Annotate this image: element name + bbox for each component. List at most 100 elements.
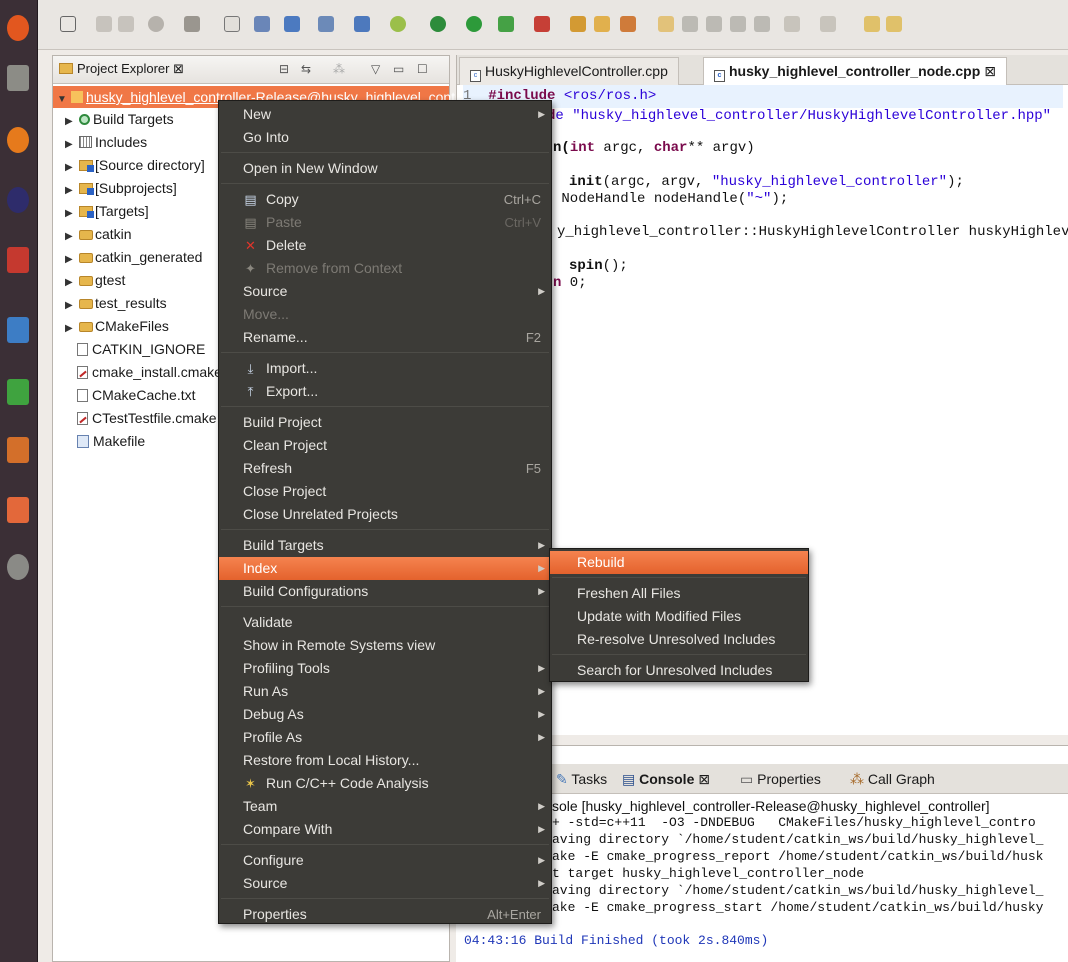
binary-icon[interactable]: [224, 16, 240, 32]
expand-arrow-icon[interactable]: ▶: [65, 157, 79, 179]
writer-icon[interactable]: [2, 308, 34, 352]
tree-item-build-targets[interactable]: ▶ Build Targets: [53, 108, 174, 130]
expand-arrow-icon[interactable]: ▶: [65, 272, 79, 294]
tree-item-cmake-install-cmake[interactable]: cmake_install.cmake: [53, 361, 222, 383]
code-line-9[interactable]: y_highlevel_controller::HuskyHighlevelCo…: [557, 221, 1068, 244]
tree-item-cmakecache-txt[interactable]: CMakeCache.txt: [53, 384, 195, 406]
files-icon[interactable]: [2, 56, 34, 100]
menu-item-run-as[interactable]: Run As ▶: [219, 680, 551, 703]
tree-item-subprojects[interactable]: ▶ [Subprojects]: [53, 177, 177, 199]
forward-icon[interactable]: [886, 16, 902, 32]
menu-item-refresh[interactable]: Refresh F5: [219, 457, 551, 480]
expand-arrow-icon[interactable]: ▶: [65, 111, 79, 133]
close-icon[interactable]: ⊠: [173, 61, 184, 76]
highlight-icon[interactable]: [682, 16, 698, 32]
tab-properties[interactable]: ▭ Properties: [740, 768, 821, 790]
code-line-2[interactable]: de "husky_highlevel_controller/HuskyHigh…: [547, 105, 1051, 128]
menu-item-clean-project[interactable]: Clean Project: [219, 434, 551, 457]
menu-item-build-configurations[interactable]: Build Configurations ▶: [219, 580, 551, 603]
new-source-file-icon[interactable]: [354, 16, 370, 32]
menu-item-build-project[interactable]: Build Project: [219, 411, 551, 434]
external-tools-icon[interactable]: [534, 16, 550, 32]
tree-item-targets[interactable]: ▶ [Targets]: [53, 200, 149, 222]
debug-icon[interactable]: [430, 16, 446, 32]
firefox-icon[interactable]: [2, 118, 34, 162]
tab-husky-highlevel-controller-cpp[interactable]: c HuskyHighlevelController.cpp: [459, 57, 679, 85]
menu-item-validate[interactable]: Validate: [219, 611, 551, 634]
submenu-item-update-with-modified-files[interactable]: Update with Modified Files: [550, 605, 808, 628]
menu-item-show-in-remote-systems-view[interactable]: Show in Remote Systems view: [219, 634, 551, 657]
toggle-mark-icon[interactable]: [658, 16, 674, 32]
code-line-7[interactable]: NodeHandle nodeHandle("~");: [553, 188, 788, 211]
tree-item-ctesttestfile-cmake[interactable]: CTestTestfile.cmake: [53, 407, 216, 429]
tree-item-includes[interactable]: ▶ Includes: [53, 131, 147, 153]
tree-item-cmakefiles[interactable]: ▶ CMakeFiles: [53, 315, 169, 337]
back-icon[interactable]: [864, 16, 880, 32]
expand-arrow-icon[interactable]: ▶: [65, 203, 79, 225]
link-with-editor-icon[interactable]: ⇆: [301, 62, 311, 76]
view-menu-icon[interactable]: ▽: [371, 62, 380, 76]
menu-item-compare-with[interactable]: Compare With ▶: [219, 818, 551, 841]
project-explorer-tab[interactable]: Project Explorer ⊠ ⊟ ⇆ ⁂ ▽ ▭ ☐: [53, 56, 449, 84]
menu-item-export[interactable]: ⤒ Export...: [219, 380, 551, 403]
tree-item-makefile[interactable]: Makefile: [53, 430, 145, 452]
code-line-4[interactable]: n(int argc, char** argv): [553, 137, 755, 160]
menu-item-index[interactable]: Index ▶: [219, 557, 551, 580]
menu-item-configure[interactable]: Configure ▶: [219, 849, 551, 872]
expand-arrow-icon[interactable]: ▶: [65, 318, 79, 340]
next-annotation-icon[interactable]: [784, 16, 800, 32]
new-class-icon[interactable]: [390, 16, 406, 32]
menu-item-open-in-new-window[interactable]: Open in New Window: [219, 157, 551, 180]
submenu-item-freshen-all-files[interactable]: Freshen All Files: [550, 582, 808, 605]
presentation-icon[interactable]: [2, 238, 34, 282]
menu-item-delete[interactable]: ✕ Delete: [219, 234, 551, 257]
tree-item-catkin-generated[interactable]: ▶ catkin_generated: [53, 246, 202, 268]
impress-icon[interactable]: [2, 428, 34, 472]
menu-item-run-c-c-code-analysis[interactable]: ✶ Run C/C++ Code Analysis: [219, 772, 551, 795]
build-icon[interactable]: [184, 16, 200, 32]
tab-call-graph[interactable]: ⁂ Call Graph: [850, 768, 935, 790]
search-icon[interactable]: [620, 16, 636, 32]
menu-item-build-targets[interactable]: Build Targets ▶: [219, 534, 551, 557]
menu-item-team[interactable]: Team ▶: [219, 795, 551, 818]
calc-icon[interactable]: [2, 370, 34, 414]
menu-item-debug-as[interactable]: Debug As ▶: [219, 703, 551, 726]
minimize-icon[interactable]: ▭: [393, 62, 404, 76]
new-icon[interactable]: [60, 16, 76, 32]
menu-item-profile-as[interactable]: Profile As ▶: [219, 726, 551, 749]
run-icon[interactable]: [466, 16, 482, 32]
close-icon[interactable]: ⊠: [698, 771, 710, 787]
code-line-12[interactable]: n 0;: [553, 272, 587, 295]
close-icon[interactable]: ⊠: [984, 63, 996, 79]
tab-tasks[interactable]: ✎ Tasks: [556, 768, 607, 790]
menu-item-close-project[interactable]: Close Project: [219, 480, 551, 503]
expand-arrow-icon[interactable]: ▶: [65, 295, 79, 317]
menu-item-close-unrelated-projects[interactable]: Close Unrelated Projects: [219, 503, 551, 526]
expand-arrow-icon[interactable]: ▶: [65, 134, 79, 156]
tree-item-source-directory[interactable]: ▶ [Source directory]: [53, 154, 205, 176]
menu-item-properties[interactable]: Properties Alt+Enter: [219, 903, 551, 926]
dash-home-icon[interactable]: [2, 6, 34, 50]
open-type-icon[interactable]: [570, 16, 586, 32]
system-settings-icon[interactable]: [2, 545, 34, 589]
menu-item-rename[interactable]: Rename... F2: [219, 326, 551, 349]
tree-item-gtest[interactable]: ▶ gtest: [53, 269, 125, 291]
submenu-item-search-for-unresolved-includes[interactable]: Search for Unresolved Includes: [550, 659, 808, 682]
tab-console[interactable]: ▤ Console ⊠: [622, 768, 710, 790]
show-whitespace-icon[interactable]: [706, 16, 722, 32]
manage-configurations-icon[interactable]: [148, 16, 164, 32]
menu-item-copy[interactable]: ▤ Copy Ctrl+C: [219, 188, 551, 211]
new-source-folder-icon[interactable]: [318, 16, 334, 32]
tree-item-catkin-ignore[interactable]: CATKIN_IGNORE: [53, 338, 205, 360]
expand-arrow-icon[interactable]: ▶: [65, 249, 79, 271]
submenu-item-rebuild[interactable]: Rebuild: [550, 551, 808, 574]
submenu-item-re-resolve-unresolved-includes[interactable]: Re-resolve Unresolved Includes: [550, 628, 808, 651]
open-element-icon[interactable]: [594, 16, 610, 32]
menu-item-source[interactable]: Source ▶: [219, 872, 551, 895]
filter-icon[interactable]: ⁂: [333, 62, 345, 76]
save-all-icon[interactable]: [118, 16, 134, 32]
coverage-icon[interactable]: [498, 16, 514, 32]
tab-husky-highlevel-controller-node-cpp[interactable]: c husky_highlevel_controller_node.cpp ⊠: [703, 57, 1007, 85]
menu-item-profiling-tools[interactable]: Profiling Tools ▶: [219, 657, 551, 680]
menu-item-source[interactable]: Source ▶: [219, 280, 551, 303]
